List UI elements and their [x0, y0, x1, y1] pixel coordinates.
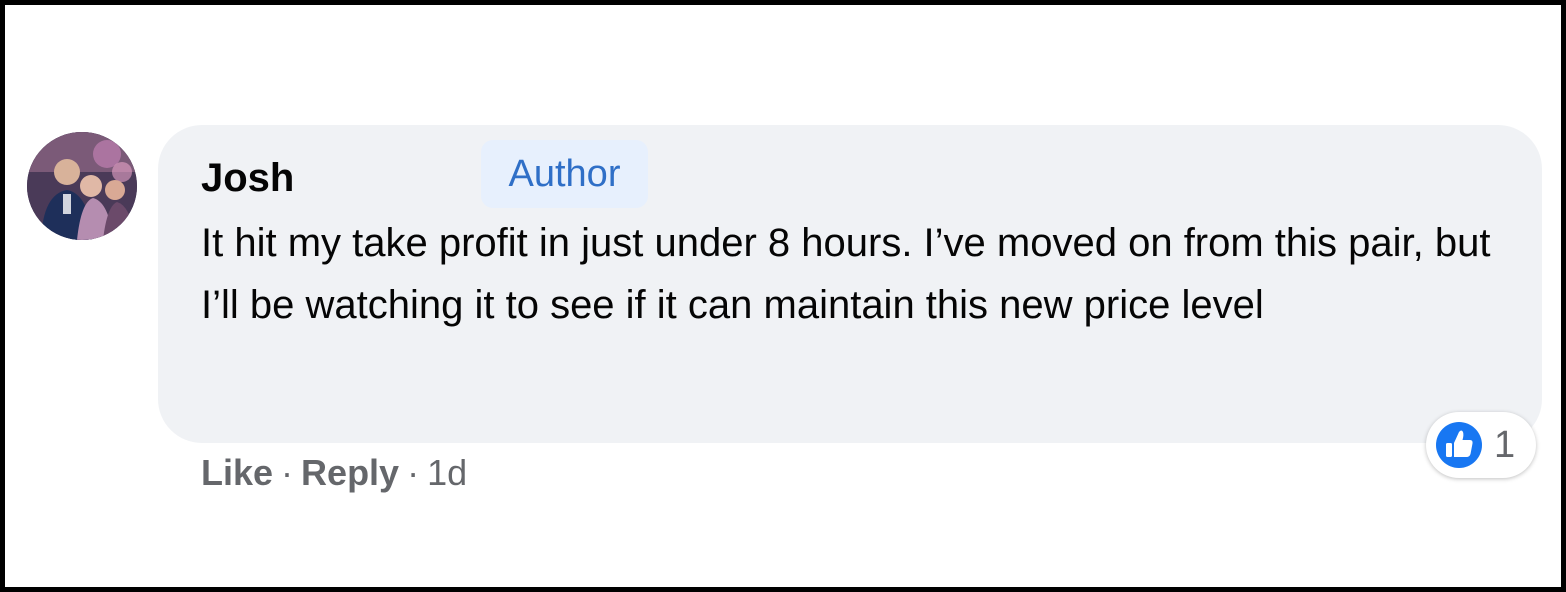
comment-timestamp[interactable]: 1d — [427, 452, 467, 493]
action-separator: · — [281, 452, 294, 493]
comment-author-name[interactable]: Josh — [201, 152, 294, 204]
comment-text: It hit my take profit in just under 8 ho… — [201, 221, 1491, 327]
profile-photo-icon — [27, 132, 137, 240]
reply-link[interactable]: Reply — [301, 452, 399, 493]
comment-actions: Like · Reply · 1d — [201, 448, 467, 498]
reaction-count: 1 — [1494, 424, 1516, 466]
author-badge: Author — [481, 140, 648, 208]
like-link[interactable]: Like — [201, 452, 273, 493]
avatar[interactable] — [27, 132, 137, 240]
reaction-summary[interactable]: 1 — [1426, 412, 1536, 478]
action-separator: · — [407, 452, 420, 493]
like-thumbs-up-icon — [1433, 419, 1485, 471]
